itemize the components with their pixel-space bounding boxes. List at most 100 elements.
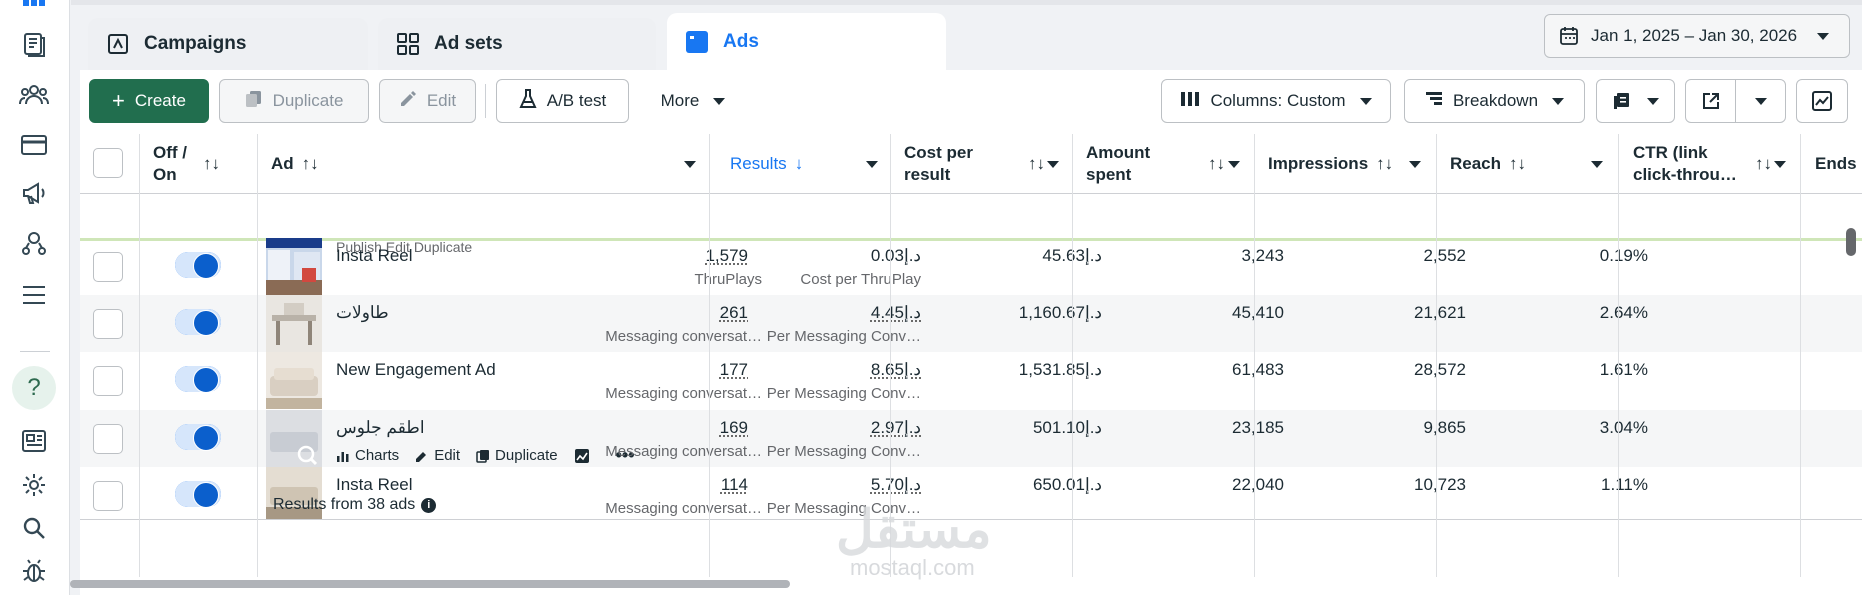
settings-gear-icon[interactable] [17,468,51,502]
breakdown-dropdown[interactable]: Breakdown [1404,79,1585,123]
grid-menu-icon[interactable] [17,0,51,20]
cost-per-result-value[interactable]: 4.45د.إ [871,303,921,323]
duplicate-action[interactable]: Duplicate [476,447,558,464]
ad-toggle[interactable] [175,309,221,336]
ad-thumbnail[interactable] [266,410,322,467]
header-results[interactable]: Results ↓ [730,134,803,194]
column-divider [1254,134,1255,577]
results-value[interactable]: 169 [720,418,748,438]
edit-action[interactable]: Edit [415,447,460,464]
header-cost-per-result[interactable]: Cost per result [904,134,973,194]
ad-name[interactable]: طاولات [336,303,389,323]
sort-icon[interactable]: ↑↓ [1747,134,1772,194]
more-dropdown[interactable]: More [638,79,748,123]
ab-test-button[interactable]: A/B test [496,79,629,123]
ad-toggle[interactable] [175,366,221,393]
ad-thumbnail[interactable] [266,352,322,409]
table-header: Off / On ↑↓ Ad ↑↓ Results ↓ Cost per result … [80,134,1862,194]
row-checkbox[interactable] [93,424,123,454]
ad-thumbnail[interactable] [266,238,322,295]
watermark-latin: mostaql.com [850,555,975,580]
cost-per-result-value[interactable]: 5.70د.إ [871,475,921,495]
table-row[interactable]: Insta Reel 1,579 ThruPlays 0.03د.إ Cost … [80,238,1862,295]
ad-thumbnail[interactable] [266,295,322,352]
help-icon[interactable]: ? [12,366,56,410]
horizontal-scrollbar[interactable] [70,580,790,588]
tab-campaigns[interactable]: Campaigns [88,18,368,70]
results-value[interactable]: 1,579 [705,246,748,266]
results-value[interactable]: 114 [721,475,748,495]
ad-toggle[interactable] [175,424,221,451]
ad-name[interactable]: Insta Reel [336,475,413,495]
row-checkbox[interactable] [93,366,123,396]
all-tools-menu-icon[interactable] [17,278,51,312]
header-impressions[interactable]: Impressions ↑↓ [1268,134,1393,194]
select-all-checkbox[interactable] [93,148,123,178]
header-amount-spent[interactable]: Amount spent [1086,134,1150,194]
accounts-center-icon[interactable] [17,226,51,260]
sort-icon[interactable]: ↑↓ [302,154,319,174]
news-feed-icon[interactable] [17,424,51,458]
ad-name[interactable]: New Engagement Ad [336,360,496,380]
chevron-down-icon[interactable] [1047,161,1059,168]
tab-ad-sets[interactable]: Ad sets [378,18,656,70]
table-row[interactable]: اطقم جلوس Charts Edit Duplicate ••• 169 … [80,410,1862,467]
header-off-on[interactable]: Off / On ↑↓ [153,134,220,194]
preview-action[interactable] [574,448,590,464]
table-row[interactable]: New Engagement Ad 177 Messaging conversa… [80,352,1862,409]
ad-toggle[interactable] [175,252,221,279]
header-reach[interactable]: Reach ↑↓ [1450,134,1526,194]
date-range-picker[interactable]: Jan 1, 2025 – Jan 30, 2026 [1544,14,1850,58]
header-ad[interactable]: Ad ↑↓ [271,134,319,194]
tab-ads[interactable]: Ads [667,13,946,70]
info-icon[interactable]: i [421,497,437,513]
sort-desc-icon[interactable]: ↓ [795,154,804,174]
cost-per-result-value[interactable]: 2.97د.إ [871,418,921,438]
export-dropdown[interactable] [1735,79,1786,123]
chevron-down-icon[interactable] [1591,161,1603,168]
header-ends[interactable]: Ends [1815,134,1857,194]
duplicate-icon [245,90,263,113]
calendar-icon [1559,26,1579,46]
chevron-down-icon [713,97,726,105]
cost-per-result-type: Per Messaging Conv… [766,443,921,460]
audience-icon[interactable] [17,78,51,112]
reports-dropdown[interactable] [1596,79,1675,123]
create-button[interactable]: + Create [89,79,209,123]
header-ctr[interactable]: CTR (link click-throu… [1633,134,1737,194]
table-row[interactable]: طاولات 261 Messaging conversat… 4.45د.إ … [80,295,1862,352]
impressions-value: 61,483 [1232,360,1284,379]
row-checkbox[interactable] [93,252,123,282]
vertical-scrollbar[interactable] [1846,228,1856,256]
chevron-down-icon[interactable] [1774,161,1786,168]
chevron-down-icon[interactable] [1409,161,1421,168]
chevron-down-icon[interactable] [684,161,696,168]
charts-action[interactable]: Charts [336,447,399,464]
sort-icon[interactable]: ↑↓ [1509,154,1526,174]
ad-name[interactable]: Insta Reel [336,246,413,266]
ad-toggle[interactable] [175,481,221,508]
sort-icon[interactable]: ↑↓ [1020,134,1045,194]
bug-report-icon[interactable] [17,554,51,588]
row-checkbox[interactable] [93,309,123,339]
export-button[interactable] [1685,79,1736,123]
results-value[interactable]: 177 [720,360,748,380]
sort-icon[interactable]: ↑↓ [1200,134,1225,194]
chevron-down-icon[interactable] [866,161,878,168]
ad-name[interactable]: اطقم جلوس [336,418,425,438]
megaphone-icon[interactable] [17,176,51,210]
search-icon[interactable] [17,511,51,545]
pages-icon[interactable] [17,28,51,62]
results-value[interactable]: 261 [720,303,748,323]
edit-button[interactable]: Edit [379,79,476,123]
chevron-down-icon[interactable] [1228,161,1240,168]
charts-view-button[interactable] [1796,79,1848,123]
sort-icon[interactable]: ↑↓ [203,154,220,174]
duplicate-button[interactable]: Duplicate [219,79,369,123]
cost-per-result-value[interactable]: 8.65د.إ [871,360,921,380]
billing-card-icon[interactable] [17,128,51,162]
columns-dropdown[interactable]: Columns: Custom [1161,79,1391,123]
breakdown-label: Breakdown [1452,91,1539,110]
row-checkbox[interactable] [93,481,123,511]
sort-icon[interactable]: ↑↓ [1376,154,1393,174]
